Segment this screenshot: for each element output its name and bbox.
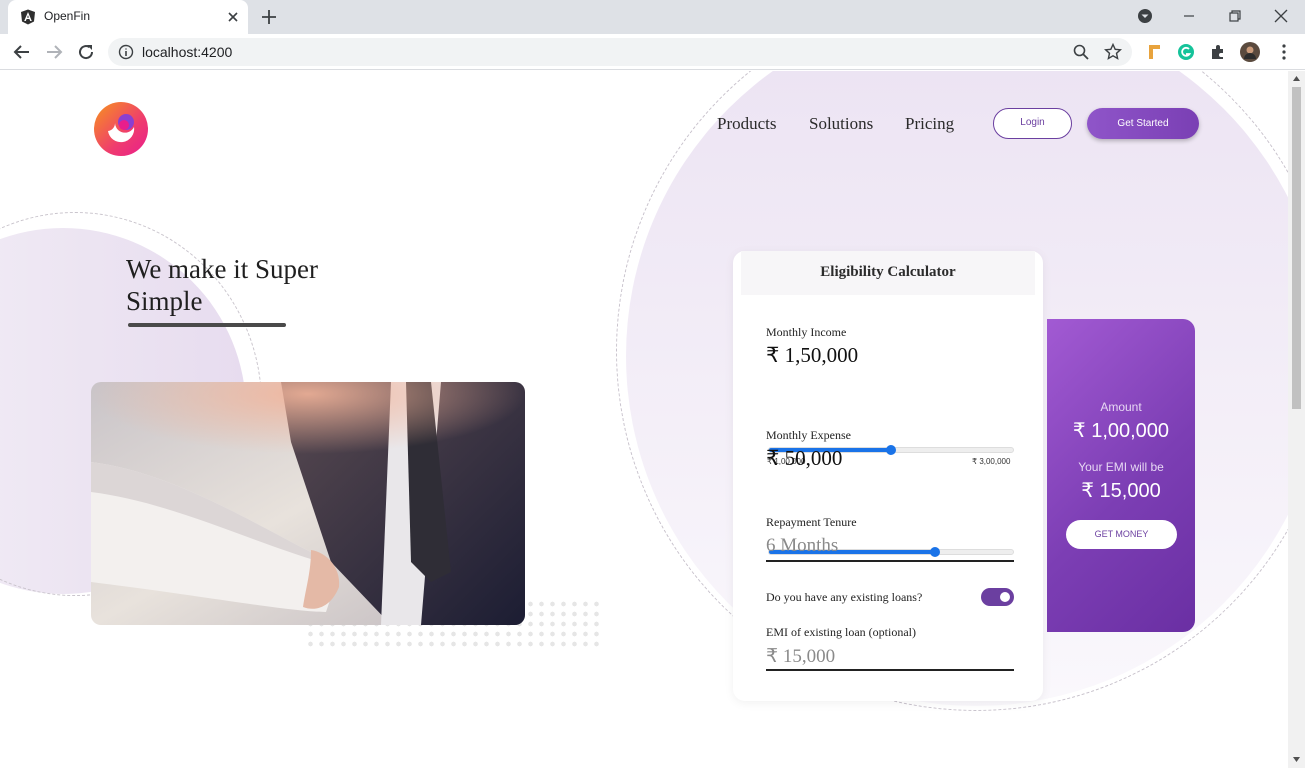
calculator-header: Eligibility Calculator [741,251,1035,295]
nav-link-pricing[interactable]: Pricing [905,114,954,134]
monthly-income-value: ₹ 1,50,000 [766,343,859,367]
monthly-income-slider-handle[interactable] [886,445,896,455]
monthly-income-label: Monthly Income [766,325,847,339]
zoom-icon[interactable] [1072,43,1090,61]
url-text: localhost:4200 [142,44,233,60]
get-started-button[interactable]: Get Started [1087,108,1199,139]
chrome-menu-icon[interactable] [1274,42,1294,62]
new-tab-icon[interactable] [260,8,278,26]
forward-icon[interactable] [44,42,64,62]
hero-title-underline [128,323,286,327]
existing-emi-underline [766,669,1014,671]
hero-title: We make it Super Simple [126,254,319,316]
amount-value: ₹ 1,00,000 [1072,420,1170,442]
browser-tab-bar: OpenFin [0,0,1305,34]
nav-link-solutions[interactable]: Solutions [809,114,873,134]
existing-emi-input[interactable]: ₹ 15,000 [766,645,835,668]
emi-label: Your EMI will be [1078,460,1164,474]
page-viewport: Products Solutions Pricing Login Get Sta… [0,71,1288,768]
eligibility-calculator-card: Eligibility Calculator Monthly Income ₹ … [733,251,1043,701]
extension-pin-icon[interactable] [1144,42,1164,62]
monthly-expense-slider-handle[interactable] [930,547,940,557]
browser-tab[interactable]: OpenFin [8,0,248,34]
handshake-image [91,382,525,625]
reload-icon[interactable] [76,42,96,62]
extensions-puzzle-icon[interactable] [1208,42,1228,62]
repayment-tenure-underline [766,560,1014,562]
existing-loans-toggle[interactable] [981,588,1014,606]
restore-icon[interactable] [1225,6,1245,26]
nav-link-products[interactable]: Products [717,114,777,134]
get-money-button[interactable]: GET MONEY [1066,520,1177,549]
close-tab-icon[interactable] [225,9,241,25]
emi-value: ₹ 15,000 [1081,480,1161,502]
login-button[interactable]: Login [993,108,1072,139]
tab-title: OpenFin [44,9,91,23]
repayment-tenure-label: Repayment Tenure [766,515,857,529]
minimize-icon[interactable] [1179,6,1199,26]
monthly-expense-value: ₹ 50,000 [766,446,843,470]
loan-result-card: Amount ₹ 1,00,000 Your EMI will be ₹ 15,… [1047,319,1195,632]
scroll-down-icon[interactable] [1292,755,1301,763]
back-icon[interactable] [12,42,32,62]
repayment-tenure-input[interactable]: 6 Months [766,535,838,557]
profile-avatar-icon[interactable] [1240,42,1260,62]
amount-label: Amount [1100,400,1142,414]
existing-emi-label: EMI of existing loan (optional) [766,625,916,639]
openfin-logo[interactable] [93,101,149,157]
grammarly-icon[interactable] [1176,42,1196,62]
existing-loans-toggle-knob [1000,592,1010,602]
scrollbar-thumb[interactable] [1292,87,1301,409]
browser-toolbar: localhost:4200 [0,34,1305,70]
monthly-expense-label: Monthly Expense [766,428,851,442]
monthly-income-max-label: ₹ 3,00,000 [972,457,1011,466]
scroll-up-icon[interactable] [1292,75,1301,83]
bookmark-star-icon[interactable] [1104,43,1122,61]
tab-search-icon[interactable] [1135,6,1155,26]
address-bar[interactable]: localhost:4200 [108,38,1132,66]
close-window-icon[interactable] [1271,6,1291,26]
page-scrollbar[interactable] [1288,71,1305,768]
calculator-title: Eligibility Calculator [820,264,956,280]
existing-loans-label: Do you have any existing loans? [766,590,923,604]
site-info-icon[interactable] [118,44,134,60]
angular-favicon-icon [21,9,35,25]
